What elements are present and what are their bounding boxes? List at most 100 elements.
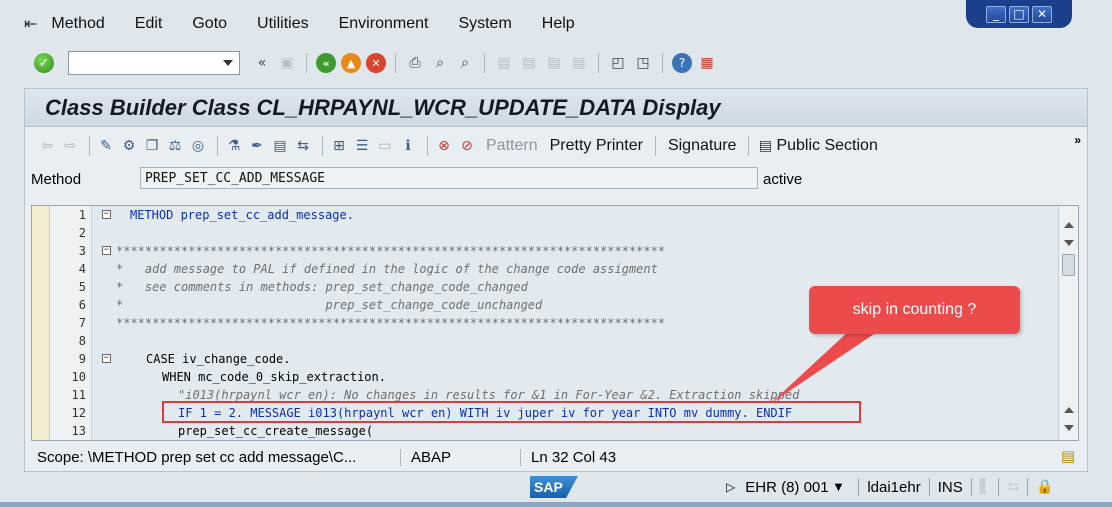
menu-environment[interactable]: Environment (339, 15, 429, 33)
menu-help[interactable]: Help (542, 15, 575, 33)
collapse-icon[interactable]: « (252, 53, 272, 73)
pattern-button[interactable]: Pattern (486, 137, 538, 155)
code-line[interactable]: 13 prep_set_cc_create_message( (32, 422, 1060, 440)
status-divider (998, 478, 1000, 496)
code-line[interactable]: 2 (32, 224, 1060, 242)
active-inactive-icon[interactable]: ⚙ (119, 136, 139, 156)
line-text: METHOD prep_set_cc_add_message. (130, 208, 354, 222)
info-icon[interactable]: ℹ (398, 136, 418, 156)
other-object-icon[interactable]: ❐ (142, 136, 162, 156)
menu-exit-icon[interactable]: ⇤ (24, 14, 37, 34)
fold-toggle-icon[interactable]: − (102, 210, 111, 219)
code-line[interactable]: 4 * add message to PAL if defined in the… (32, 260, 1060, 278)
test-icon[interactable]: ⚗ (224, 136, 244, 156)
scroll-thumb[interactable] (1062, 254, 1075, 276)
external-breakpoint-icon[interactable]: ⊘ (457, 136, 477, 156)
line-text: * see comments in methods: prep_set_chan… (116, 280, 528, 294)
line-number: 1 (78, 208, 86, 222)
pretty-printer-button[interactable]: Pretty Printer (550, 137, 643, 155)
line-text: WHEN mc_code_0_skip_extraction. (162, 370, 386, 384)
toolbar-divider (395, 53, 396, 73)
activate-icon[interactable]: ◎ (188, 136, 208, 156)
shortcut-icon[interactable]: ◳ (633, 53, 653, 73)
menu-system[interactable]: System (458, 15, 511, 33)
first-page-icon[interactable]: ▤ (494, 53, 514, 73)
next-page-icon[interactable]: ▤ (544, 53, 564, 73)
menu-utilities[interactable]: Utilities (257, 15, 309, 33)
public-section-button[interactable]: Public Section (776, 137, 877, 155)
forward-arrow-icon[interactable]: ⇨ (60, 136, 80, 156)
status-flag-icon: ▌ (979, 479, 991, 495)
minimize-button[interactable]: _ (986, 5, 1006, 23)
display-change-icon[interactable]: ✎ (96, 136, 116, 156)
status-divider (928, 478, 930, 496)
enter-check-icon[interactable]: ✓ (34, 53, 54, 73)
expand-status-icon[interactable]: ▷ (726, 480, 735, 494)
toolbar-divider (322, 136, 323, 156)
scroll-down-icon[interactable] (1064, 425, 1074, 431)
toolbar-divider (484, 53, 485, 73)
cancel-icon[interactable]: ✕ (366, 53, 386, 73)
menu-goto[interactable]: Goto (192, 15, 227, 33)
line-number: 7 (78, 316, 86, 330)
more-toolbar-icon[interactable]: » (1074, 133, 1081, 147)
exit-icon[interactable]: ▲ (341, 53, 361, 73)
check-icon[interactable]: ⚖ (165, 136, 185, 156)
line-number: 6 (78, 298, 86, 312)
object-list-icon[interactable]: ▤ (270, 136, 290, 156)
scroll-down-icon[interactable] (1064, 240, 1074, 246)
fold-toggle-icon[interactable]: − (102, 246, 111, 255)
window-bottom-border (0, 502, 1112, 507)
navigation-window-icon[interactable]: ⇆ (293, 136, 313, 156)
scope-label: Scope: \METHOD prep set cc add message\C… (31, 448, 401, 466)
system-label: EHR (8) 001 (745, 478, 829, 496)
hierarchy-icon[interactable]: ⊞ (329, 136, 349, 156)
line-text: ****************************************… (116, 244, 666, 258)
help-icon[interactable]: ? (672, 53, 692, 73)
code-line[interactable]: 9 − CASE iv_change_code. (32, 350, 1060, 368)
system-dropdown-icon[interactable]: ▼ (835, 482, 843, 493)
find-icon[interactable]: ⌕ (430, 53, 450, 73)
notes-icon[interactable]: ▤ (1061, 447, 1075, 465)
insert-mode-label: INS (937, 478, 963, 496)
toolbar-divider (654, 136, 656, 156)
line-number: 11 (71, 388, 86, 402)
back-icon[interactable]: « (316, 53, 336, 73)
indent-icon[interactable]: ☰ (352, 136, 372, 156)
scroll-up-icon[interactable] (1064, 407, 1074, 413)
code-line[interactable]: 1 − METHOD prep_set_cc_add_message. (32, 206, 1060, 224)
code-line[interactable]: 3 − ************************************… (32, 242, 1060, 260)
previous-page-icon[interactable]: ▤ (519, 53, 539, 73)
line-number: 13 (71, 424, 86, 438)
line-number: 4 (78, 262, 86, 276)
method-name-field[interactable]: PREP_SET_CC_ADD_MESSAGE (140, 167, 758, 189)
set-breakpoint-icon[interactable]: ⊗ (434, 136, 454, 156)
status-divider (1027, 478, 1029, 496)
toolbar-divider (598, 53, 599, 73)
where-used-icon[interactable]: ✒ (247, 136, 267, 156)
code-line[interactable]: 10 WHEN mc_code_0_skip_extraction. (32, 368, 1060, 386)
command-field[interactable] (68, 51, 240, 75)
code-line[interactable]: 8 (32, 332, 1060, 350)
last-page-icon[interactable]: ▤ (569, 53, 589, 73)
vertical-scrollbar[interactable] (1058, 206, 1078, 440)
scroll-up-icon[interactable] (1064, 222, 1074, 228)
layout-menu-icon[interactable]: ▦ (697, 53, 717, 73)
menu-edit[interactable]: Edit (135, 15, 163, 33)
line-text: * prep_set_change_code_unchanged (116, 298, 543, 312)
find-next-icon[interactable]: ⌕ (455, 53, 475, 73)
line-text: "i013(hrpaynl wcr en): No changes in res… (178, 388, 800, 402)
signature-button[interactable]: Signature (668, 137, 737, 155)
new-session-icon[interactable]: ◰ (608, 53, 628, 73)
fold-toggle-icon[interactable]: − (102, 354, 111, 363)
close-button[interactable]: ✕ (1032, 5, 1052, 23)
editor-status-bar: Scope: \METHOD prep set cc add message\C… (31, 445, 1079, 469)
toolbar-divider (662, 53, 663, 73)
save-icon[interactable]: ▣ (277, 53, 297, 73)
command-dropdown-icon[interactable] (223, 60, 233, 66)
maximize-button[interactable]: □ (1009, 5, 1029, 23)
menu-method[interactable]: Method (51, 15, 104, 33)
print-icon[interactable]: ⎙ (405, 53, 425, 73)
back-arrow-icon[interactable]: ⇦ (37, 136, 57, 156)
display-object-icon[interactable]: ▭ (375, 136, 395, 156)
